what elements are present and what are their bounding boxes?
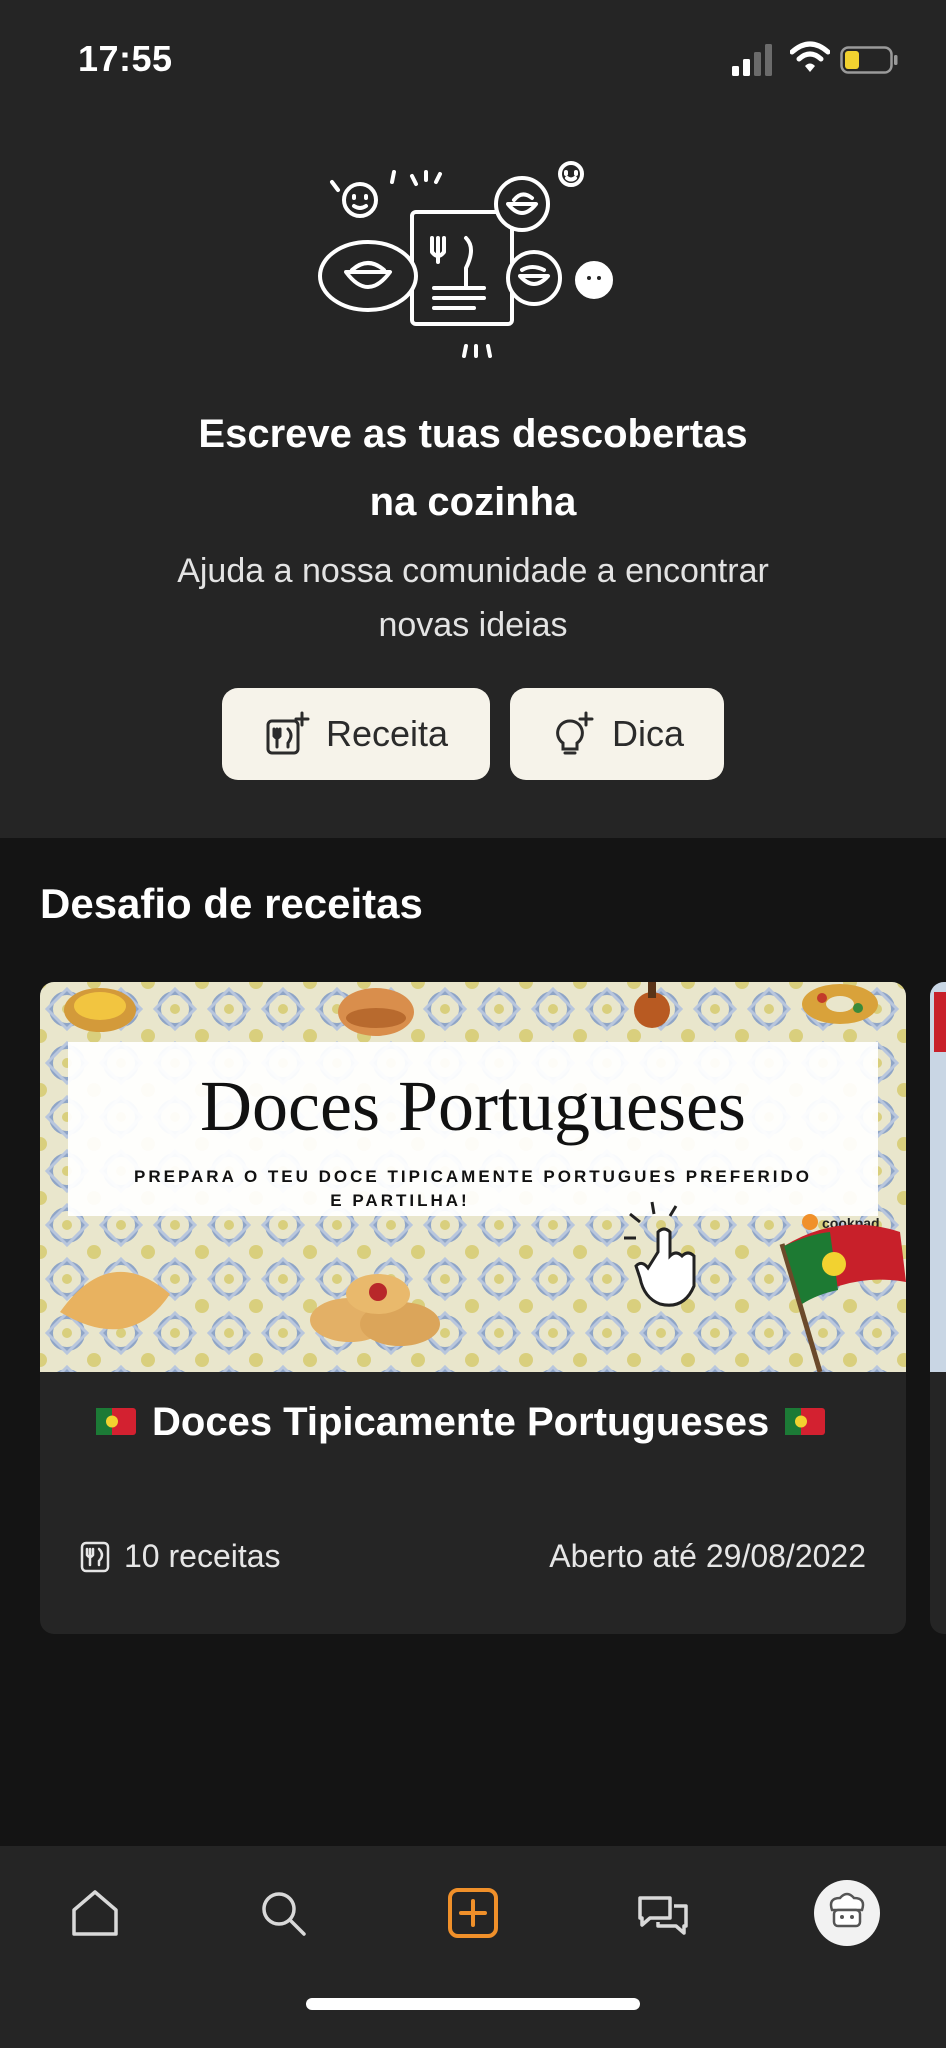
nav-home[interactable]	[62, 1880, 128, 1946]
home-indicator	[306, 1998, 640, 2010]
nav-profile[interactable]	[814, 1880, 880, 1946]
bolo-rei-icon	[802, 984, 878, 1024]
bottom-navigation	[0, 1846, 946, 2048]
search-icon	[262, 1892, 306, 1936]
open-until-date: Aberto até 29/08/2022	[549, 1538, 866, 1574]
cellular-signal-icon	[732, 44, 772, 76]
wifi-icon	[790, 41, 830, 72]
create-prompt-section: Escreve as tuas descobertas na cozinha A…	[0, 120, 946, 838]
portugal-flag-icon	[785, 1407, 826, 1435]
hero-subtitle: Ajuda a nossa comunidade a encontrar nov…	[177, 552, 769, 644]
recipe-add-icon	[266, 711, 310, 755]
community-cooking-illustration	[318, 161, 613, 358]
recipes-count-text: 10 receitas	[124, 1538, 281, 1574]
new-tip-button[interactable]: Dica	[510, 688, 724, 780]
challenge-banner-image: Doces Portugueses PREPARA O TEU DOCE TIP…	[40, 982, 906, 1372]
add-icon	[448, 1888, 498, 1938]
new-tip-label: Dica	[611, 713, 685, 754]
nav-chat[interactable]	[630, 1880, 696, 1946]
challenge-card[interactable]: Doces Portugueses PREPARA O TEU DOCE TIP…	[40, 982, 906, 1634]
chat-icon	[638, 1896, 688, 1935]
nav-create[interactable]	[440, 1880, 506, 1946]
status-bar: 17:55	[0, 0, 946, 120]
portugal-flag-icon	[96, 1407, 136, 1435]
recipes-count: 10 receitas	[80, 1538, 281, 1575]
pastry-roll-icon	[338, 988, 414, 1036]
pastel-de-nata-icon	[64, 988, 136, 1032]
hero-title: Escreve as tuas descobertas na cozinha	[198, 412, 748, 524]
new-recipe-button[interactable]: Receita	[222, 688, 490, 780]
section-title: Desafio de receitas	[40, 880, 423, 927]
next-challenge-card-peek[interactable]	[930, 982, 946, 1634]
challenge-title: Doces Tipicamente Portugueses	[80, 1400, 841, 1445]
profile-avatar	[814, 1880, 880, 1946]
banner-subheading-line2: E PARTILHA!	[330, 1191, 469, 1210]
next-challenge-banner-image	[930, 982, 946, 1372]
new-recipe-label: Receita	[325, 713, 449, 754]
lightbulb-add-icon	[556, 711, 594, 755]
nav-search[interactable]	[250, 1880, 316, 1946]
banner-heading: Doces Portugueses	[200, 1066, 746, 1146]
status-time: 17:55	[78, 38, 173, 79]
home-icon	[72, 1890, 118, 1936]
challenge-title-text: Doces Tipicamente Portugueses	[152, 1400, 770, 1444]
recipe-book-icon	[80, 1541, 110, 1572]
battery-icon	[840, 46, 898, 74]
banner-subheading-line1: PREPARA O TEU DOCE TIPICAMENTE PORTUGUES…	[134, 1167, 812, 1186]
